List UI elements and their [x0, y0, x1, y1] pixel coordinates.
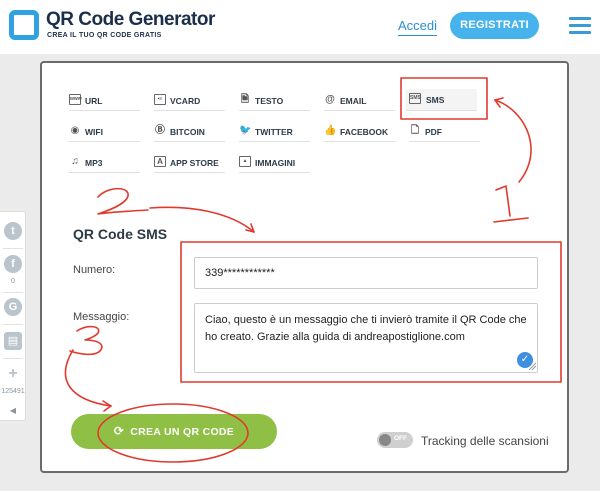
toggle-state: OFF: [394, 435, 407, 442]
wifi-icon: ◉: [70, 125, 80, 136]
message-label: Messaggio:: [73, 311, 130, 323]
twitter-share-icon[interactable]: t: [4, 222, 22, 240]
tracking-label: Tracking delle scansioni: [421, 434, 549, 448]
number-input[interactable]: 339************: [194, 257, 538, 289]
divider: [3, 324, 23, 325]
type-twitter[interactable]: 🐦 TWITTER: [239, 122, 310, 142]
facebook-share-icon[interactable]: f: [4, 255, 22, 273]
print-icon[interactable]: ▤: [4, 332, 22, 350]
email-icon: @: [325, 94, 335, 105]
divider: [3, 358, 23, 359]
top-header: QR Code Generator CREA IL TUO QR CODE GR…: [0, 0, 600, 54]
pdf-icon: 🗋: [410, 125, 420, 136]
type-mp3[interactable]: ♫ MP3: [69, 153, 140, 173]
vcard-icon: ▪≡: [154, 94, 166, 105]
divider: [3, 248, 23, 249]
site-title[interactable]: QR Code Generator: [46, 9, 215, 31]
type-text[interactable]: 🗎 TESTO: [239, 91, 310, 111]
number-label: Numero:: [73, 264, 116, 276]
type-sms[interactable]: SMS SMS: [406, 89, 477, 111]
total-share-count: 125491: [1, 388, 25, 395]
login-link[interactable]: Accedi: [398, 18, 438, 36]
type-url[interactable]: www URL: [69, 91, 140, 111]
refresh-icon: ⟳: [113, 424, 125, 438]
text-icon: 🗎: [240, 94, 250, 105]
facebook-share-count: 0: [11, 278, 15, 285]
type-wifi[interactable]: ◉ WIFI: [69, 122, 140, 142]
images-icon: ▲: [239, 156, 251, 167]
mp3-icon: ♫: [71, 156, 79, 167]
type-pdf[interactable]: 🗋 PDF: [409, 122, 480, 142]
qr-logo-icon[interactable]: [9, 10, 39, 40]
divider: [3, 292, 23, 293]
plus-icon[interactable]: +: [4, 365, 22, 383]
type-app-store[interactable]: A APP STORE: [154, 153, 225, 173]
qr-form-card: www URL ▪≡ VCARD 🗎 TESTO @ EMAIL SMS SMS…: [40, 61, 569, 473]
hamburger-menu-icon[interactable]: [569, 17, 591, 35]
resize-handle-icon[interactable]: [528, 362, 537, 371]
type-email[interactable]: @ EMAIL: [324, 91, 395, 111]
message-textarea[interactable]: Ciao, questo è un messaggio che ti invie…: [194, 303, 538, 373]
app-store-icon: A: [154, 156, 166, 167]
twitter-icon: 🐦: [239, 125, 252, 136]
type-bitcoin[interactable]: Ⓑ BITCOIN: [154, 122, 225, 142]
bitcoin-icon: Ⓑ: [155, 125, 165, 136]
site-subtitle: CREA IL TUO QR CODE GRATIS: [47, 32, 162, 39]
tracking-toggle[interactable]: OFF: [377, 432, 413, 448]
collapse-arrow-icon[interactable]: ◀: [0, 406, 26, 415]
facebook-icon: 👍: [324, 125, 337, 136]
type-vcard[interactable]: ▪≡ VCARD: [154, 91, 225, 111]
share-sidebar: t f 0 G ▤ + 125491 ◀: [0, 211, 26, 421]
sms-icon: SMS: [409, 93, 421, 104]
toggle-knob: [379, 434, 391, 446]
google-share-icon[interactable]: G: [4, 298, 22, 316]
create-qr-button[interactable]: ⟳ CREA UN QR CODE: [71, 414, 277, 449]
register-button[interactable]: REGISTRATI: [450, 12, 539, 39]
url-icon: www: [69, 94, 82, 105]
section-title: QR Code SMS: [73, 226, 168, 242]
type-images[interactable]: ▲ IMMAGINI: [239, 153, 310, 173]
type-facebook[interactable]: 👍 FACEBOOK: [324, 122, 395, 142]
